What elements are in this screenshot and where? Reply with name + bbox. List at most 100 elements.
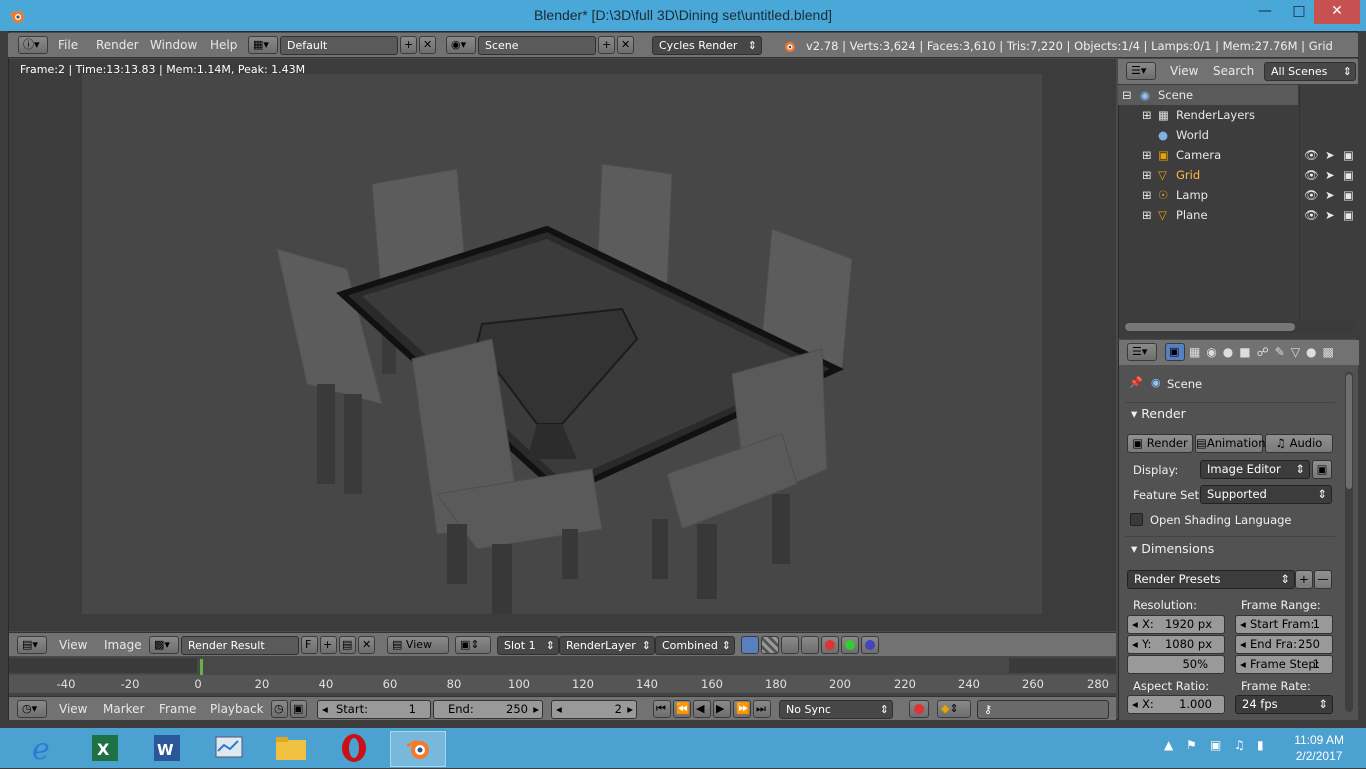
scene-select-button[interactable]: ◉▾ [446, 36, 476, 54]
slot-select[interactable]: Slot 1 ⇕ [497, 636, 559, 655]
menu-view[interactable]: View [59, 702, 87, 716]
auto-keying-button[interactable] [909, 700, 929, 718]
menu-frame[interactable]: Frame [159, 702, 196, 716]
menu-playback[interactable]: Playback [210, 702, 264, 716]
render-camera-icon[interactable]: ▣ [1343, 185, 1354, 205]
draw-alpha-button[interactable] [761, 636, 779, 654]
resource-monitor-icon[interactable] [208, 731, 258, 767]
select-arrow-icon[interactable]: ➤ [1325, 185, 1335, 205]
eye-icon[interactable]: 👁 [1304, 165, 1319, 185]
fake-user-button[interactable]: F [301, 636, 318, 654]
outliner-item-lamp[interactable]: ⊞ ☉ Lamp 👁 ➤ ▣ [1118, 185, 1358, 205]
current-frame-field[interactable]: ◂ 2 ▸ [551, 700, 637, 719]
select-arrow-icon[interactable]: ➤ [1325, 205, 1335, 225]
sync-mode-select[interactable]: No Sync ⇕ [779, 700, 893, 719]
aspect-x-field[interactable]: ◂ X: 1.000 [1127, 695, 1225, 714]
timeline-ruler[interactable] [9, 675, 1116, 693]
taskbar-clock[interactable]: 11:09 AM 2/2/2017 [1294, 732, 1344, 764]
outliner-display-mode-select[interactable]: All Scenes ⇕ [1264, 62, 1356, 81]
eye-icon[interactable]: 👁 [1304, 185, 1319, 205]
jump-end-button[interactable]: ⏭ [753, 700, 771, 718]
render-button[interactable]: ▣ Render [1127, 434, 1193, 453]
end-frame-field[interactable]: End: 250 ▸ [433, 700, 543, 719]
outliner-item-renderlayers[interactable]: ⊞ ▦ RenderLayers [1118, 105, 1358, 125]
outliner-item-scene[interactable]: ⊟ ◉ Scene [1118, 85, 1298, 105]
render-camera-icon[interactable]: ▣ [1343, 165, 1354, 185]
editor-type-button[interactable]: ☰▾ [1127, 343, 1157, 361]
outliner-item-camera[interactable]: ⊞ ▣ Camera 👁 ➤ ▣ [1118, 145, 1358, 165]
image-editor-viewport[interactable]: Frame:2 | Time:13:13.83 | Mem:1.14M, Pea… [9, 59, 1116, 631]
pivot-select[interactable]: ▣⇕ [455, 636, 491, 654]
properties-panel[interactable]: ☰▾ ▣ ▦◉●■☍✎▽●▩ 📌 ◉ Scene ▾ Render ▣ Rend… [1118, 340, 1359, 720]
show-hidden-icons-button[interactable]: ▲ [1164, 738, 1173, 752]
properties-scrollbar[interactable] [1345, 372, 1353, 712]
red-channel-button[interactable] [821, 636, 839, 654]
eye-icon[interactable]: 👁 [1304, 205, 1319, 225]
scene-name-field[interactable]: Scene [478, 36, 596, 55]
menu-file[interactable]: File [58, 38, 78, 52]
audio-button[interactable]: ♫ Audio [1265, 434, 1333, 453]
blender-taskbar-button[interactable] [390, 731, 446, 767]
view-mode-select[interactable]: ▤ View ⇕ [387, 636, 449, 667]
resolution-x-field[interactable]: ◂ X: 1920 px [1127, 615, 1225, 634]
outliner-scroll-thumb[interactable] [1125, 323, 1295, 331]
open-image-button[interactable]: ▤ [339, 636, 356, 654]
frame-step-field[interactable]: ◂ Frame Step: 1 [1235, 655, 1333, 674]
render-camera-icon[interactable]: ▣ [1343, 205, 1354, 225]
dimensions-panel-title[interactable]: ▾ Dimensions [1131, 541, 1214, 556]
opera-icon[interactable] [332, 731, 382, 767]
add-preset-button[interactable]: + [1295, 570, 1313, 589]
menu-view[interactable]: View [1170, 64, 1198, 78]
draw-color-button[interactable] [801, 636, 819, 654]
active-keying-set-field[interactable]: ⚷ [977, 700, 1109, 719]
select-arrow-icon[interactable]: ➤ [1325, 165, 1335, 185]
new-image-button[interactable]: + [320, 636, 337, 654]
render-result-image[interactable] [82, 74, 1042, 614]
green-channel-button[interactable] [841, 636, 859, 654]
browse-image-button[interactable]: ▩▾ [149, 636, 179, 654]
play-button[interactable]: ▶ [713, 700, 731, 718]
end-frame-field[interactable]: ◂ End Fra: 250 [1235, 635, 1333, 654]
display-select[interactable]: Image Editor ⇕ [1200, 460, 1310, 479]
menu-search[interactable]: Search [1213, 64, 1254, 78]
start-frame-field[interactable]: ◂ Start: 1 [317, 700, 431, 719]
preview-range-button[interactable]: ◷ [271, 700, 288, 718]
remove-scene-button[interactable]: ✕ [617, 36, 634, 54]
render-layer-select[interactable]: RenderLayer ⇕ [559, 636, 655, 655]
draw-zbuffer-button[interactable] [781, 636, 799, 654]
layout-name-field[interactable]: Default [280, 36, 398, 55]
outliner-item-plane[interactable]: ⊞ ▽ Plane 👁 ➤ ▣ [1118, 205, 1358, 225]
menu-image[interactable]: Image [104, 638, 142, 652]
battery-icon[interactable]: ▮ [1257, 738, 1264, 752]
eye-icon[interactable]: 👁 [1304, 145, 1319, 165]
excel-icon[interactable]: X [84, 731, 134, 767]
expand-icon[interactable]: ⊞ [1142, 205, 1152, 225]
property-tabs[interactable]: ▦◉●■☍✎▽●▩ [1189, 345, 1340, 359]
select-arrow-icon[interactable]: ➤ [1325, 145, 1335, 165]
volume-icon[interactable]: ♫ [1234, 738, 1245, 752]
expand-icon[interactable]: ⊞ [1142, 145, 1152, 165]
menu-render[interactable]: Render [96, 38, 139, 52]
outliner-item-world[interactable]: ● World [1118, 125, 1358, 145]
outliner-item-grid[interactable]: ⊞ ▽ Grid 👁 ➤ ▣ [1118, 165, 1358, 185]
editor-type-button[interactable]: ☰▾ [1126, 62, 1156, 80]
blue-channel-button[interactable] [861, 636, 879, 654]
editor-type-button[interactable]: ▤▾ [17, 636, 47, 654]
close-button[interactable]: ✕ [1314, 0, 1360, 24]
menu-window[interactable]: Window [150, 38, 197, 52]
render-panel-title[interactable]: ▾ Render [1131, 406, 1186, 421]
action-center-icon[interactable]: ⚑ [1186, 738, 1197, 752]
keying-set-button[interactable]: ◆⇕ [937, 700, 971, 718]
draw-color-alpha-button[interactable] [741, 636, 759, 654]
maximize-button[interactable]: □ [1284, 0, 1314, 24]
render-engine-select[interactable]: Cycles Render ⇕ [652, 36, 762, 55]
jump-start-button[interactable]: ⏮ [653, 700, 671, 718]
add-layout-button[interactable]: + [400, 36, 417, 54]
osl-checkbox[interactable] [1130, 513, 1143, 526]
outliner-scrollbar[interactable] [1123, 321, 1355, 333]
start-frame-field[interactable]: ◂ Start Fram: 1 [1235, 615, 1333, 634]
jump-keyframe-back-button[interactable]: ⏪ [673, 700, 691, 718]
image-name-field[interactable]: Render Result [181, 636, 299, 655]
playhead[interactable] [200, 659, 203, 675]
expand-icon[interactable]: ⊞ [1142, 105, 1152, 125]
